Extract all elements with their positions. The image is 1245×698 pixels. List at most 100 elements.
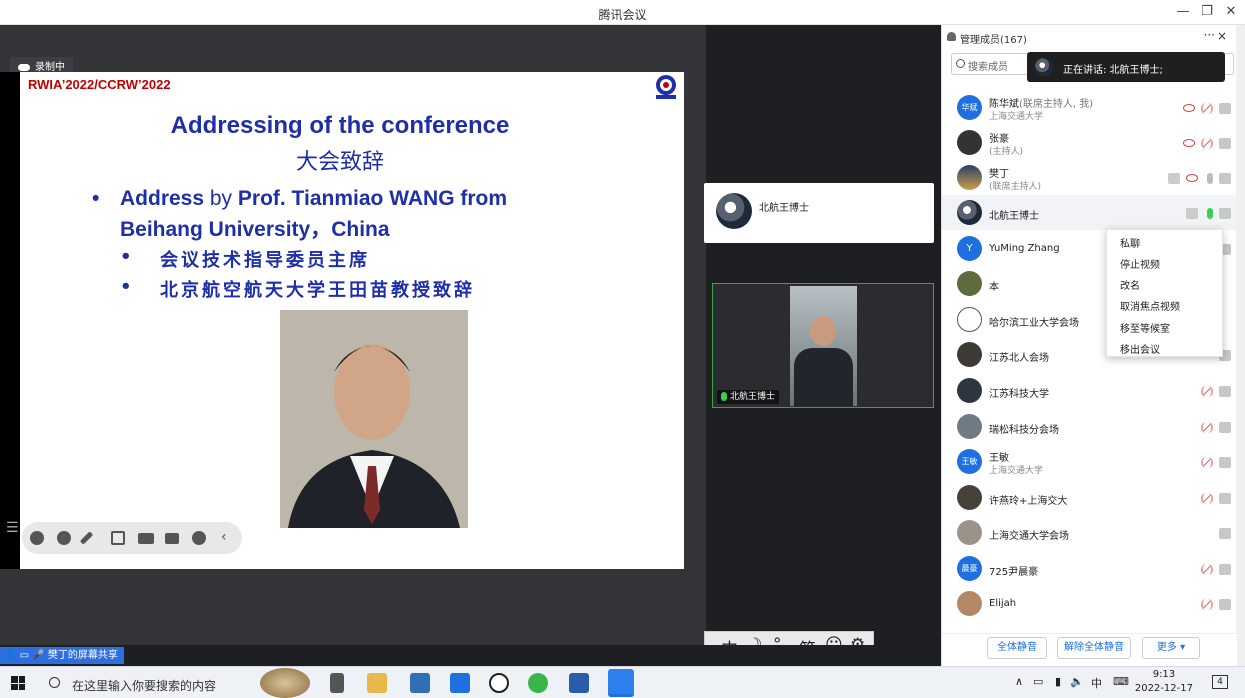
dell-icon[interactable] [489,673,509,693]
tray-keyboard-icon[interactable]: ⌨ [1113,675,1129,688]
eye-icon[interactable] [1183,104,1195,112]
member-row[interactable]: 张豪 (主持人) [942,125,1237,160]
pen-icon[interactable] [79,531,94,545]
pointer-icon[interactable] [57,531,71,545]
avatar [957,591,982,616]
mic-off-icon[interactable] [1201,385,1213,397]
eye-icon[interactable] [1183,139,1195,147]
prev-icon[interactable] [30,531,44,545]
annotation-toolbar: ‹ [22,522,242,554]
clock-time: 9:13 [1152,669,1176,680]
member-status-icons [1195,420,1231,433]
camera-off-icon[interactable] [1219,137,1231,149]
member-row[interactable]: 樊丁 (联席主持人) [942,160,1237,195]
member-row[interactable]: Elijah [942,586,1237,621]
more-button[interactable]: 更多 ▾ [1142,637,1200,659]
tray-mic-icon[interactable]: ▮ [1055,675,1061,688]
tray-ime[interactable]: 中 [1091,675,1102,691]
menu-item-rename[interactable]: 改名 [1120,277,1140,292]
mute-all-button[interactable]: 全体静音 [987,637,1047,659]
camera-icon[interactable] [1219,207,1231,219]
collapse-icon[interactable]: ‹ [221,529,227,545]
taskbar-search[interactable]: 在这里输入你要搜索的内容 [40,670,255,696]
mic-off-icon[interactable] [1201,421,1213,433]
member-name: 725尹晨豪 [989,567,1039,578]
unmute-all-button[interactable]: 解除全体静音 [1057,637,1131,659]
mic-off-icon[interactable] [1201,137,1213,149]
speaker-card[interactable]: 北航王博士 [704,183,934,243]
word-icon[interactable] [569,673,589,693]
member-status-icons [1195,597,1231,610]
more-icon[interactable] [192,531,206,545]
camera-off-icon[interactable] [1219,421,1231,433]
notification-icon[interactable]: 4 [1212,675,1228,689]
member-status-icons [1177,101,1231,114]
menu-item-unfocus-video[interactable]: 取消焦点视频 [1120,298,1180,313]
menu-item-private-chat[interactable]: 私聊 [1120,235,1140,250]
minimize-button[interactable]: — [1172,3,1194,21]
camera-off-icon[interactable] [1219,563,1231,575]
camera-off-icon[interactable] [1219,172,1231,184]
mic-off-icon[interactable] [1201,563,1213,575]
close-panel-button[interactable]: × [1217,29,1227,43]
avatar [957,378,982,403]
avatar [957,485,982,510]
camera-icon[interactable] [138,533,154,544]
tray-battery-icon[interactable]: ▭ [1033,675,1043,688]
file-explorer-icon[interactable] [367,673,387,693]
member-row[interactable]: 上海交通大学会场 [942,515,1237,550]
mic-off-icon[interactable] [1201,598,1213,610]
screenshot-icon[interactable] [111,531,125,545]
focus-icon[interactable] [1186,207,1198,219]
member-row[interactable]: 北航王博士 [942,195,1237,230]
menu-item-waiting-room[interactable]: 移至等候室 [1120,320,1170,335]
list-icon[interactable]: ☰ [6,520,19,536]
share-status-label[interactable]: 👤 ▭ 🎤 樊丁的屏幕共享 [0,647,124,664]
mic-off-icon[interactable] [1201,492,1213,504]
windows-start-icon[interactable] [11,676,25,690]
avatar [1035,58,1053,76]
member-row[interactable]: 晨豪 725尹晨豪 [942,551,1237,586]
member-name: 樊丁 [989,169,1009,180]
close-button[interactable]: ✕ [1220,3,1242,21]
mic-off-icon[interactable] [1201,102,1213,114]
panel-side-strip[interactable] [1236,25,1245,666]
member-row[interactable]: 江苏科技大学 [942,373,1237,408]
speaking-text: 正在讲话: 北航王博士; [1063,65,1163,76]
bullet-1-rest: Prof. Tianmiao WANG from [237,187,508,210]
video-tile[interactable]: 北航王博士 [712,283,934,408]
menu-item-stop-video[interactable]: 停止视频 [1120,256,1160,271]
more-options-button[interactable]: ··· [1204,28,1215,42]
mic-off-icon[interactable] [1201,456,1213,468]
comment-icon[interactable] [165,533,179,544]
member-row[interactable]: 华斌 陈华斌(联席主持人, 我) 上海交通大学 [942,90,1237,125]
clock[interactable]: 9:13 2022-12-17 [1135,668,1193,696]
camera-off-icon[interactable] [1219,385,1231,397]
store-icon[interactable] [410,673,430,693]
wechat-icon[interactable] [528,673,548,693]
camera-off-icon[interactable] [1219,456,1231,468]
restore-button[interactable]: ❐ [1196,3,1218,21]
eye-icon[interactable] [1186,174,1198,182]
camera-off-icon[interactable] [1219,102,1231,114]
member-row[interactable]: 瑞松科技分会场 [942,409,1237,444]
slide-bullet-2: • 会议技术指导委员主席 [120,246,370,272]
camera-off-icon[interactable] [1219,492,1231,504]
mail-icon[interactable] [450,673,470,693]
camera-off-icon[interactable] [1219,527,1231,539]
slide-header: RWIA’2022/CCRW’2022 [28,77,171,92]
member-name: 瑞松科技分会场 [989,425,1059,436]
task-view-icon[interactable] [330,673,344,693]
decorative-emblem-icon[interactable] [260,668,310,698]
screen-share-icon[interactable] [1168,172,1180,184]
mic-on-icon[interactable] [1207,207,1213,219]
member-status-icons [1180,206,1231,219]
member-row[interactable]: 王敏 王敏 上海交通大学 [942,444,1237,479]
camera-off-icon[interactable] [1219,598,1231,610]
tencent-meeting-icon[interactable] [608,669,634,697]
menu-item-remove[interactable]: 移出会议 [1120,341,1160,356]
member-row[interactable]: 许燕玲+上海交大 [942,480,1237,515]
mic-icon[interactable] [1207,172,1213,184]
volume-icon[interactable]: 🔈 [1070,675,1084,688]
tray-up-icon[interactable]: ∧ [1015,675,1023,688]
